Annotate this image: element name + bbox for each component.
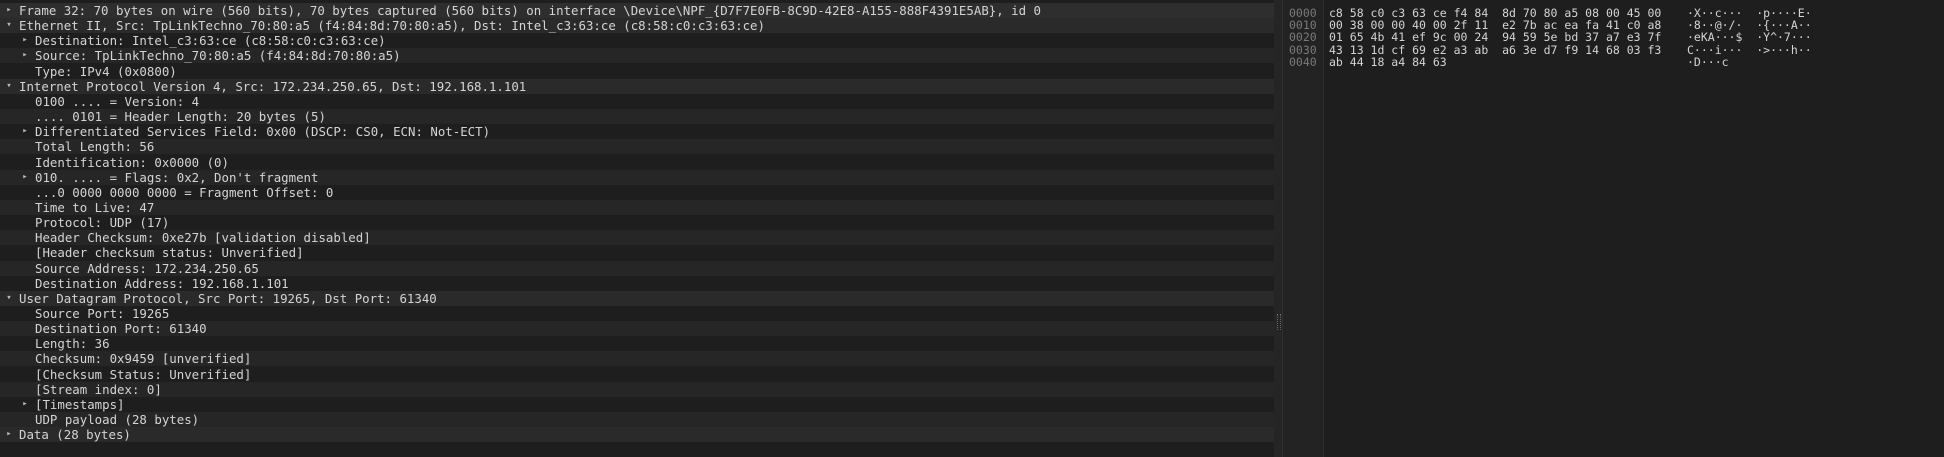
tree-row-label: Internet Protocol Version 4, Src: 172.23… bbox=[19, 78, 527, 94]
tree-row-label: Frame 32: 70 bytes on wire (560 bits), 7… bbox=[19, 3, 1041, 18]
tree-row[interactable]: ...0 0000 0000 0000 = Fragment Offset: 0 bbox=[0, 185, 1274, 200]
tree-row-label: Data (28 bytes) bbox=[19, 427, 131, 443]
tree-row[interactable]: Protocol: UDP (17) bbox=[0, 215, 1274, 230]
tree-row-label: Ethernet II, Src: TpLinkTechno_70:80:a5 … bbox=[19, 18, 765, 34]
wireshark-panes: ▸ Frame 32: 70 bytes on wire (560 bits), … bbox=[0, 0, 1944, 457]
tree-row-label: 0100 .... = Version: 4 bbox=[35, 93, 200, 109]
tree-row[interactable]: Total Length: 56 bbox=[0, 139, 1274, 155]
tree-row[interactable]: ▸ Source: TpLinkTechno_70:80:a5 (f4:84:8d… bbox=[0, 48, 1274, 64]
tree-row-label: Destination: Intel_c3:63:ce (c8:58:c0:c3… bbox=[35, 33, 386, 49]
collapsed-arrow-icon[interactable]: ▸ bbox=[20, 170, 30, 185]
tree-row-label: ...0 0000 0000 0000 = Fragment Offset: 0 bbox=[35, 184, 334, 200]
tree-row[interactable]: Checksum: 0x9459 [unverified] bbox=[0, 351, 1274, 367]
tree-row[interactable]: Destination Port: 61340 bbox=[0, 321, 1274, 337]
tree-row-label: Type: IPv4 (0x0800) bbox=[35, 63, 177, 79]
offset-column: 0000 0010 0020 0030 0040 bbox=[1283, 0, 1324, 457]
tree-row-label: Destination Port: 61340 bbox=[35, 321, 207, 337]
tree-row-label: 010. .... = Flags: 0x2, Don't fragment bbox=[35, 169, 319, 185]
expanded-arrow-icon[interactable]: ▾ bbox=[4, 18, 14, 33]
tree-row-label: Protocol: UDP (17) bbox=[35, 215, 170, 231]
tree-row-label: UDP payload (28 bytes) bbox=[35, 412, 200, 428]
expanded-arrow-icon[interactable]: ▾ bbox=[4, 291, 14, 306]
ascii-bytes[interactable]: ·D···c bbox=[1687, 55, 1729, 70]
tree-row[interactable]: UDP payload (28 bytes) bbox=[0, 412, 1274, 428]
tree-row[interactable]: Destination Address: 192.168.1.101 bbox=[0, 276, 1274, 291]
tree-row-label: Differentiated Services Field: 0x00 (DSC… bbox=[35, 124, 491, 140]
tree-row[interactable]: Time to Live: 47 bbox=[0, 199, 1274, 215]
tree-row[interactable]: Source Port: 19265 bbox=[0, 306, 1274, 321]
tree-row-label: Length: 36 bbox=[35, 336, 110, 352]
tree-row[interactable]: ▸ Destination: Intel_c3:63:ce (c8:58:c0:c… bbox=[0, 33, 1274, 48]
tree-row[interactable]: ▾ User Datagram Protocol, Src Port: 19265… bbox=[0, 290, 1274, 306]
tree-row[interactable]: [Header checksum status: Unverified] bbox=[0, 245, 1274, 260]
tree-row[interactable]: ▸ Frame 32: 70 bytes on wire (560 bits), … bbox=[0, 3, 1274, 18]
tree-row[interactable]: Header Checksum: 0xe27b [validation disa… bbox=[0, 230, 1274, 246]
collapsed-arrow-icon[interactable]: ▸ bbox=[4, 427, 14, 442]
tree-row[interactable]: 0100 .... = Version: 4 bbox=[0, 94, 1274, 109]
expanded-arrow-icon[interactable]: ▾ bbox=[4, 79, 14, 94]
tree-row[interactable]: ▸ Differentiated Services Field: 0x00 (DS… bbox=[0, 124, 1274, 139]
collapsed-arrow-icon[interactable]: ▸ bbox=[20, 33, 30, 48]
tree-row[interactable]: Source Address: 172.234.250.65 bbox=[0, 260, 1274, 276]
byte-offset: 0040 bbox=[1289, 54, 1317, 69]
tree-row[interactable]: Length: 36 bbox=[0, 336, 1274, 351]
tree-row-label: Source Port: 19265 bbox=[35, 306, 170, 321]
splitter-grip-icon[interactable] bbox=[1277, 314, 1281, 330]
collapsed-arrow-icon[interactable]: ▸ bbox=[4, 3, 14, 18]
tree-row-label: Source Address: 172.234.250.65 bbox=[35, 260, 259, 276]
tree-row[interactable]: [Stream index: 0] bbox=[0, 381, 1274, 397]
tree-row[interactable]: [Checksum Status: Unverified] bbox=[0, 367, 1274, 382]
tree-row[interactable]: Identification: 0x0000 (0) bbox=[0, 155, 1274, 170]
hex-bytes[interactable]: ab 44 18 a4 84 63 bbox=[1329, 55, 1447, 70]
tree-row[interactable]: ▸ [Timestamps] bbox=[0, 397, 1274, 412]
tree-row-label: Identification: 0x0000 (0) bbox=[35, 154, 229, 170]
tree-row-label: .... 0101 = Header Length: 20 bytes (5) bbox=[35, 109, 326, 125]
tree-row-label: [Stream index: 0] bbox=[35, 381, 162, 397]
tree-row-label: Header Checksum: 0xe27b [validation disa… bbox=[35, 230, 371, 246]
tree-row-label: User Datagram Protocol, Src Port: 19265,… bbox=[19, 290, 437, 306]
tree-row[interactable]: ▾ Ethernet II, Src: TpLinkTechno_70:80:a5… bbox=[0, 18, 1274, 34]
tree-row[interactable]: ▸ 010. .... = Flags: 0x2, Don't fragment bbox=[0, 169, 1274, 185]
collapsed-arrow-icon[interactable]: ▸ bbox=[20, 124, 30, 139]
tree-row-label: Source: TpLinkTechno_70:80:a5 (f4:84:8d:… bbox=[35, 48, 401, 64]
tree-row[interactable]: .... 0101 = Header Length: 20 bytes (5) bbox=[0, 109, 1274, 125]
tree-row-label: [Header checksum status: Unverified] bbox=[35, 245, 304, 261]
packet-bytes-pane[interactable]: 0000 0010 0020 0030 0040 c8 58 c0 c3 63 ce f… bbox=[1282, 0, 1944, 457]
tree-row-label: Time to Live: 47 bbox=[35, 199, 155, 215]
collapsed-arrow-icon[interactable]: ▸ bbox=[20, 397, 30, 412]
packet-details-tree[interactable]: ▸ Frame 32: 70 bytes on wire (560 bits), … bbox=[0, 0, 1274, 457]
tree-row[interactable]: ▾ Internet Protocol Version 4, Src: 172.2… bbox=[0, 78, 1274, 94]
tree-row-label: Destination Address: 192.168.1.101 bbox=[35, 275, 289, 291]
tree-row[interactable]: ▸ Data (28 bytes) bbox=[0, 427, 1274, 443]
tree-row-label: Total Length: 56 bbox=[35, 139, 155, 155]
collapsed-arrow-icon[interactable]: ▸ bbox=[20, 48, 30, 63]
pane-splitter[interactable] bbox=[1274, 0, 1282, 457]
tree-row-label: [Timestamps] bbox=[35, 396, 125, 412]
tree-row[interactable]: Type: IPv4 (0x0800) bbox=[0, 64, 1274, 79]
tree-row-label: [Checksum Status: Unverified] bbox=[35, 366, 252, 382]
tree-row-label: Checksum: 0x9459 [unverified] bbox=[35, 351, 252, 367]
